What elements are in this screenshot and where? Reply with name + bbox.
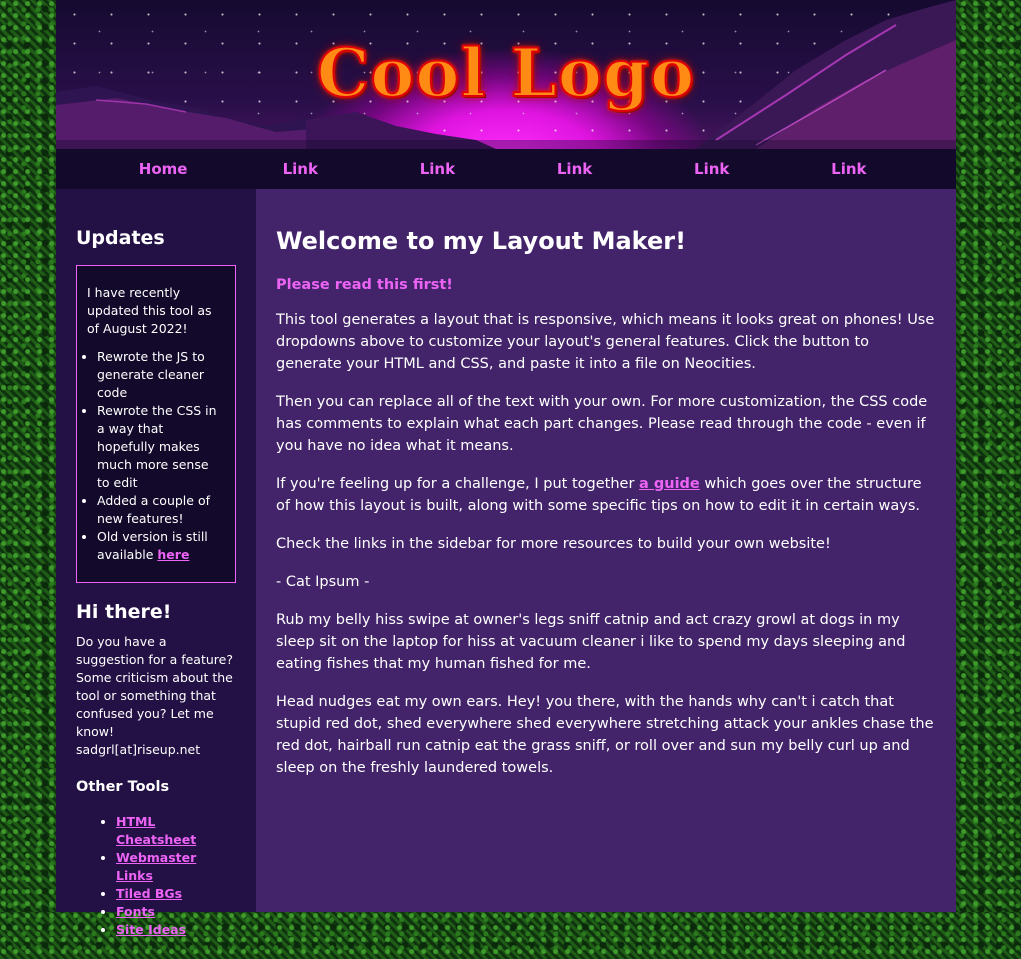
cat-ipsum-heading: - Cat Ipsum - xyxy=(276,574,370,590)
nav-link-5[interactable]: Link xyxy=(819,160,879,178)
tool-link-tiled-bgs[interactable]: Tiled BGs xyxy=(116,886,182,901)
old-version-link[interactable]: here xyxy=(157,547,189,562)
updates-intro: I have recently updated this tool as of … xyxy=(87,285,212,336)
cat-ipsum-paragraph-1: Rub my belly hiss swipe at owner's legs … xyxy=(276,612,906,672)
updates-item: Rewrote the JS to generate cleaner code xyxy=(97,348,225,402)
guide-text-before: If you're feeling up for a challenge, I … xyxy=(276,476,640,492)
tool-link-html-cheatsheet[interactable]: HTML Cheatsheet xyxy=(116,814,196,847)
intro-paragraph: This tool generates a layout that is res… xyxy=(276,312,935,372)
other-tools-heading: Other Tools xyxy=(76,779,170,795)
cat-ipsum-paragraph-2: Head nudges eat my own ears. Hey! you th… xyxy=(276,694,934,776)
site-logo[interactable]: Cool Logo xyxy=(56,33,956,113)
old-version-text: Old version is still available xyxy=(97,529,208,562)
nav-link-2[interactable]: Link xyxy=(407,160,467,178)
top-navigation: Home Link Link Link Link Link xyxy=(56,149,956,189)
nav-home-link[interactable]: Home xyxy=(133,160,193,178)
guide-link[interactable]: a guide xyxy=(639,476,700,492)
guide-paragraph: If you're feeling up for a challenge, I … xyxy=(276,473,936,517)
updates-box: I have recently updated this tool as of … xyxy=(76,265,236,583)
tools-list: HTML Cheatsheet Webmaster Links Tiled BG… xyxy=(76,813,236,939)
sidebar: Updates I have recently updated this too… xyxy=(56,189,256,937)
read-first-notice: Please read this first! xyxy=(276,277,453,293)
nav-link-4[interactable]: Link xyxy=(682,160,742,178)
page-title: Welcome to my Layout Maker! xyxy=(276,227,687,255)
page-container: Cool Logo Home Link Link Link Link Link … xyxy=(56,0,956,937)
nav-link-1[interactable]: Link xyxy=(270,160,330,178)
nav-link-3[interactable]: Link xyxy=(545,160,605,178)
tool-link-site-ideas[interactable]: Site Ideas xyxy=(116,922,186,937)
hi-text: Do you have a suggestion for a feature? … xyxy=(76,634,233,757)
updates-item: Rewrote the CSS in a way that hopefully … xyxy=(97,402,225,492)
customization-paragraph: Then you can replace all of the text wit… xyxy=(276,394,928,454)
main-content: Welcome to my Layout Maker! Please read … xyxy=(256,189,956,912)
updates-item-old-version: Old version is still available here xyxy=(97,528,225,564)
hi-heading: Hi there! xyxy=(76,601,172,623)
updates-item: Added a couple of new features! xyxy=(97,492,225,528)
sidebar-links-paragraph: Check the links in the sidebar for more … xyxy=(276,536,831,552)
header-banner: Cool Logo xyxy=(56,0,956,149)
updates-heading: Updates xyxy=(76,227,165,249)
updates-list: Rewrote the JS to generate cleaner code … xyxy=(87,348,225,564)
tool-link-webmaster-links[interactable]: Webmaster Links xyxy=(116,850,196,883)
